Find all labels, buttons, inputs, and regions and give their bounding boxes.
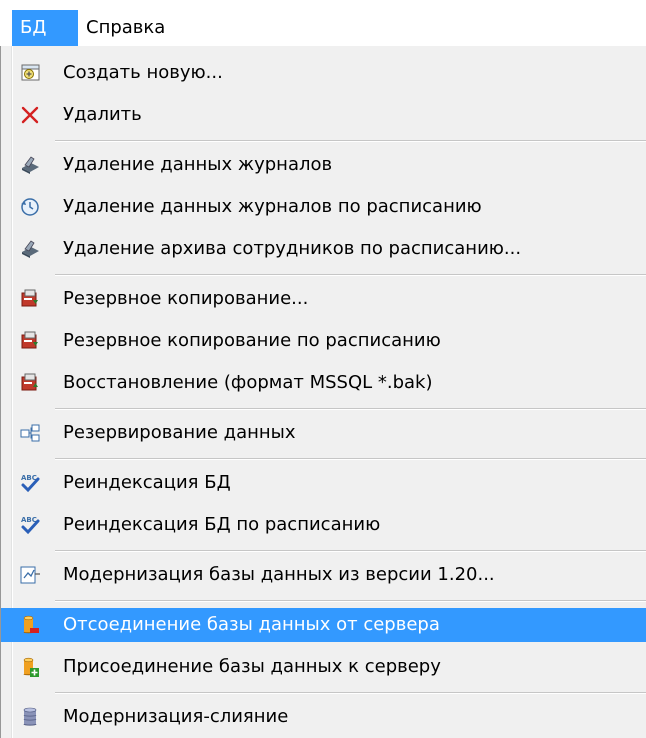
menu-item-label: Удаление данных журналов по расписанию bbox=[63, 196, 482, 217]
menu-separator bbox=[55, 140, 646, 142]
menu-separator bbox=[55, 408, 646, 410]
reindex-schedule-icon: ABC bbox=[21, 516, 40, 535]
menu-item-label: Отсоединение базы данных от сервера bbox=[63, 614, 440, 635]
reindex-icon: ABC bbox=[21, 474, 40, 493]
merge-db-icon bbox=[23, 707, 37, 726]
menu-item-label: Резервное копирование по расписанию bbox=[63, 330, 441, 351]
menu-item-reindex[interactable]: ABC Реиндексация БД bbox=[1, 466, 646, 500]
menu-item-label: Модернизация базы данных из версии 1.20.… bbox=[63, 564, 495, 585]
menu-item-backup-schedule[interactable]: Резервное копирование по расписанию bbox=[1, 324, 646, 358]
menu-item-delete[interactable]: Удалить bbox=[1, 98, 646, 132]
menu-bd-label: БД bbox=[20, 17, 47, 38]
menu-separator bbox=[55, 458, 646, 460]
clear-logs-icon bbox=[22, 156, 39, 174]
menu-item-label: Присоединение базы данных к серверу bbox=[63, 656, 441, 677]
menu-item-merge-db[interactable]: Модернизация-слияние bbox=[1, 700, 646, 734]
attach-db-icon bbox=[23, 657, 39, 677]
menu-separator bbox=[55, 600, 646, 602]
menu-item-attach-db[interactable]: Присоединение базы данных к серверу bbox=[1, 650, 646, 684]
menu-item-label: Модернизация-слияние bbox=[63, 706, 289, 727]
menu-item-label: Реиндексация БД bbox=[63, 472, 231, 493]
menu-item-schedule-clear-logs[interactable]: Удаление данных журналов по расписанию bbox=[1, 190, 646, 224]
menu-separator bbox=[55, 550, 646, 552]
menu-item-label: Восстановление (формат MSSQL *.bak) bbox=[63, 372, 433, 393]
bd-dropdown-menu: Создать новую... Удалить Удаление данных… bbox=[0, 46, 646, 738]
schedule-clear-logs-icon bbox=[21, 198, 39, 216]
menu-item-label: Создать новую... bbox=[63, 62, 223, 83]
menu-item-label: Удаление данных журналов bbox=[63, 154, 333, 175]
clear-archive-icon bbox=[22, 240, 39, 258]
menu-separator bbox=[55, 692, 646, 694]
menu-item-restore[interactable]: Восстановление (формат MSSQL *.bak) bbox=[1, 366, 646, 400]
menu-help[interactable]: Справка bbox=[78, 10, 173, 46]
menu-item-backup[interactable]: Резервное копирование... bbox=[1, 282, 646, 316]
menu-item-upgrade-db[interactable]: Модернизация базы данных из версии 1.20.… bbox=[1, 558, 646, 592]
menu-bd[interactable]: БД bbox=[12, 10, 78, 46]
menu-item-label: Удалить bbox=[63, 104, 142, 125]
delete-x-icon bbox=[21, 106, 39, 124]
menu-bar: БД Справка bbox=[0, 0, 646, 46]
menu-item-label: Реиндексация БД по расписанию bbox=[63, 514, 381, 535]
menu-item-create-new[interactable]: Создать новую... bbox=[1, 56, 646, 90]
menu-item-label: Резервное копирование... bbox=[63, 288, 309, 309]
replication-icon bbox=[20, 424, 40, 442]
menu-item-clear-logs[interactable]: Удаление данных журналов bbox=[1, 148, 646, 182]
menu-item-label: Удаление архива сотрудников по расписани… bbox=[63, 238, 522, 259]
menu-help-label: Справка bbox=[86, 17, 166, 38]
detach-db-icon bbox=[23, 615, 39, 634]
restore-icon bbox=[21, 373, 38, 391]
menu-item-label: Резервирование данных bbox=[63, 422, 296, 443]
menu-item-reindex-schedule[interactable]: ABC Реиндексация БД по расписанию bbox=[1, 508, 646, 542]
create-db-icon bbox=[21, 64, 40, 81]
backup-schedule-icon bbox=[21, 331, 38, 349]
menu-item-detach-db[interactable]: Отсоединение базы данных от сервера bbox=[1, 608, 646, 642]
menu-item-clear-archive[interactable]: Удаление архива сотрудников по расписани… bbox=[1, 232, 646, 266]
menu-item-replication[interactable]: Резервирование данных bbox=[1, 416, 646, 450]
upgrade-db-icon bbox=[20, 566, 40, 584]
backup-icon bbox=[21, 289, 38, 307]
menu-separator bbox=[55, 274, 646, 276]
